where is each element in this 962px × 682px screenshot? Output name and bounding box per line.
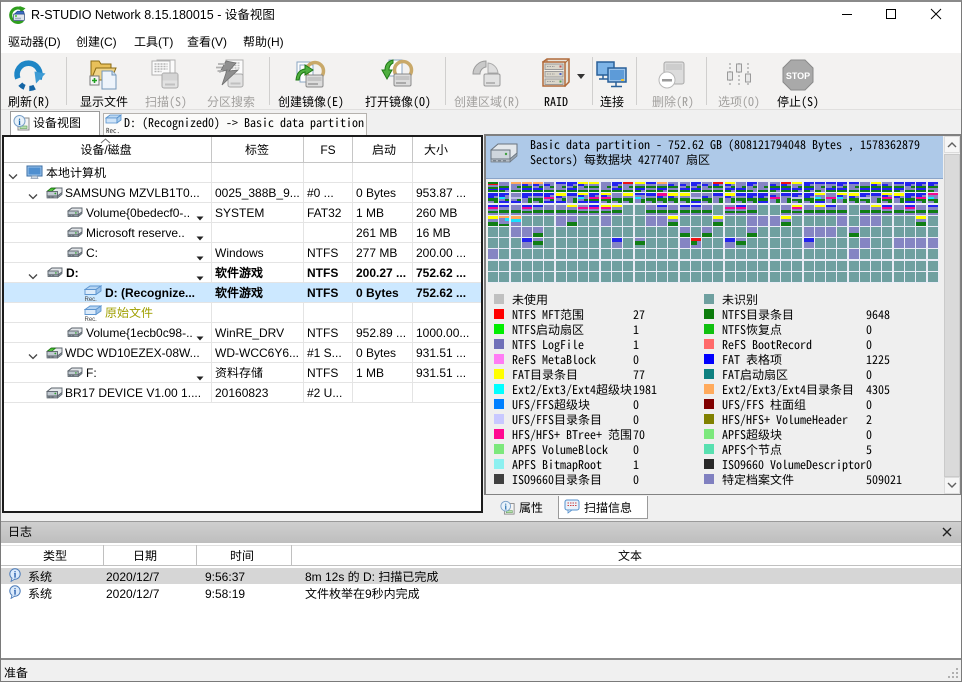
svg-text:Rec.: Rec. <box>85 317 98 322</box>
svg-text:STOP: STOP <box>786 71 810 81</box>
svg-text:Rec.: Rec. <box>85 297 98 302</box>
